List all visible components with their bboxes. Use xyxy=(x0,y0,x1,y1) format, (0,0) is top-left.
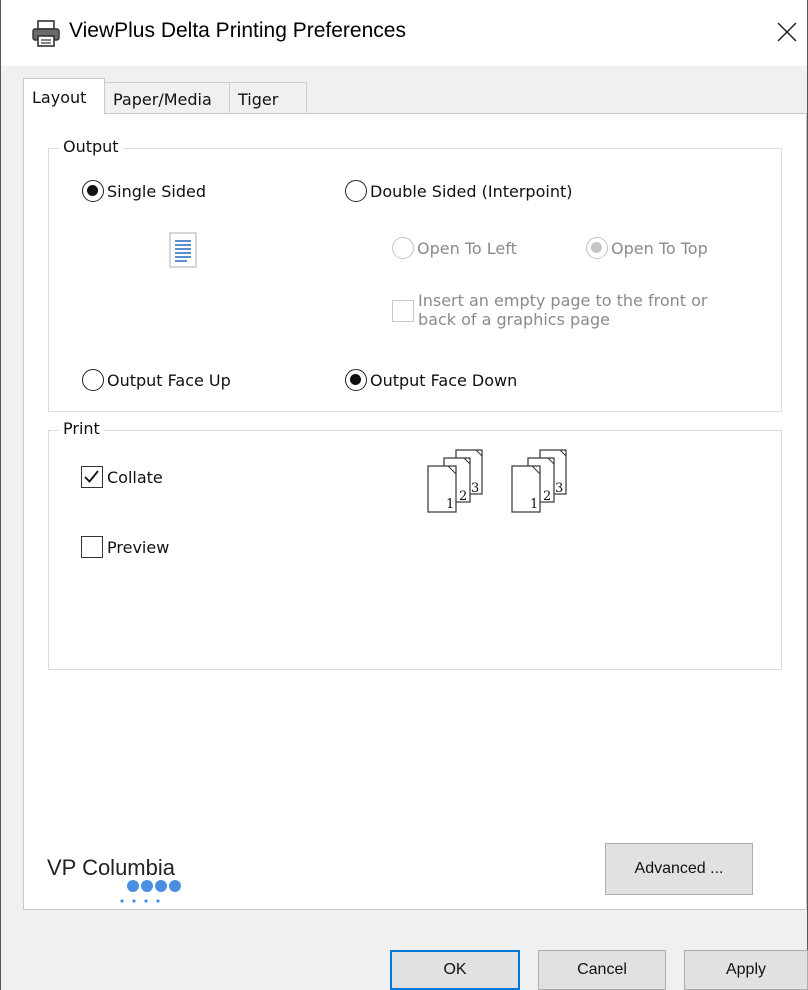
collate-checkbox[interactable]: Collate xyxy=(81,466,163,488)
face-down-label: Output Face Down xyxy=(370,370,518,390)
layout-tab-panel: Output Single Sided Double Sided (Interp… xyxy=(23,113,807,910)
print-group: Print Collate Preview 1 2 3 1 2 3 xyxy=(48,419,782,670)
close-button[interactable] xyxy=(763,10,807,56)
insert-empty-page-box xyxy=(392,300,414,322)
output-group-label: Output xyxy=(59,137,123,156)
page-number-2: 2 xyxy=(459,489,467,504)
output-face-down-radio[interactable]: Output Face Down xyxy=(345,369,517,391)
collate-label: Collate xyxy=(107,467,163,487)
collate-box xyxy=(81,466,103,488)
face-up-label: Output Face Up xyxy=(107,370,231,390)
single-sided-radio-circle xyxy=(82,180,104,202)
page-stack-1: 1 2 3 xyxy=(427,449,483,513)
title-bar: ViewPlus Delta Printing Preferences xyxy=(1,0,807,66)
vp-columbia-logo: VP Columbia xyxy=(47,855,217,915)
tab-tiger[interactable]: Tiger xyxy=(229,82,307,113)
face-down-radio-circle xyxy=(345,369,367,391)
tab-paper-media[interactable]: Paper/Media xyxy=(104,82,230,113)
preview-label: Preview xyxy=(107,537,170,557)
printing-preferences-window: ViewPlus Delta Printing Preferences Layo… xyxy=(0,0,808,990)
face-up-radio-circle xyxy=(82,369,104,391)
open-to-left-label: Open To Left xyxy=(417,238,517,258)
checkmark-icon xyxy=(84,470,99,483)
open-to-top-radio[interactable]: Open To Top xyxy=(586,237,708,259)
close-icon xyxy=(777,22,797,42)
single-sided-radio[interactable]: Single Sided xyxy=(82,180,206,202)
collate-pages-illustration: 1 2 3 1 2 3 xyxy=(427,449,567,513)
open-to-left-radio-circle xyxy=(392,237,414,259)
double-sided-radio[interactable]: Double Sided (Interpoint) xyxy=(345,180,572,202)
apply-button[interactable]: Apply xyxy=(684,950,808,990)
tab-layout[interactable]: Layout xyxy=(23,78,105,114)
double-sided-label: Double Sided (Interpoint) xyxy=(370,181,573,201)
advanced-button[interactable]: Advanced ... xyxy=(605,843,753,895)
window-title: ViewPlus Delta Printing Preferences xyxy=(69,19,406,42)
page-number-1: 1 xyxy=(530,497,538,512)
print-group-label: Print xyxy=(59,419,104,438)
page-number-3: 3 xyxy=(555,481,563,496)
single-page-icon xyxy=(169,232,197,268)
output-face-up-radio[interactable]: Output Face Up xyxy=(82,369,231,391)
page-number-3: 3 xyxy=(471,481,479,496)
page-number-2: 2 xyxy=(543,489,551,504)
open-to-left-radio[interactable]: Open To Left xyxy=(392,237,517,259)
cancel-button[interactable]: Cancel xyxy=(538,950,666,990)
insert-empty-page-checkbox[interactable]: Insert an empty page to the front or bac… xyxy=(392,291,707,329)
insert-empty-page-label: Insert an empty page to the front or bac… xyxy=(418,291,708,329)
double-sided-radio-circle xyxy=(345,180,367,202)
preview-box xyxy=(81,536,103,558)
logo-text: VP Columbia xyxy=(47,855,175,880)
open-to-top-radio-circle xyxy=(586,237,608,259)
preview-checkbox[interactable]: Preview xyxy=(81,536,169,558)
printer-icon xyxy=(32,20,60,47)
single-sided-label: Single Sided xyxy=(107,181,207,201)
open-to-top-label: Open To Top xyxy=(611,238,708,258)
logo-dots-icon xyxy=(120,880,181,903)
page-number-1: 1 xyxy=(446,497,454,512)
output-group: Output Single Sided Double Sided (Interp… xyxy=(48,137,782,412)
ok-button[interactable]: OK xyxy=(390,950,520,990)
page-stack-2: 1 2 3 xyxy=(511,449,567,513)
